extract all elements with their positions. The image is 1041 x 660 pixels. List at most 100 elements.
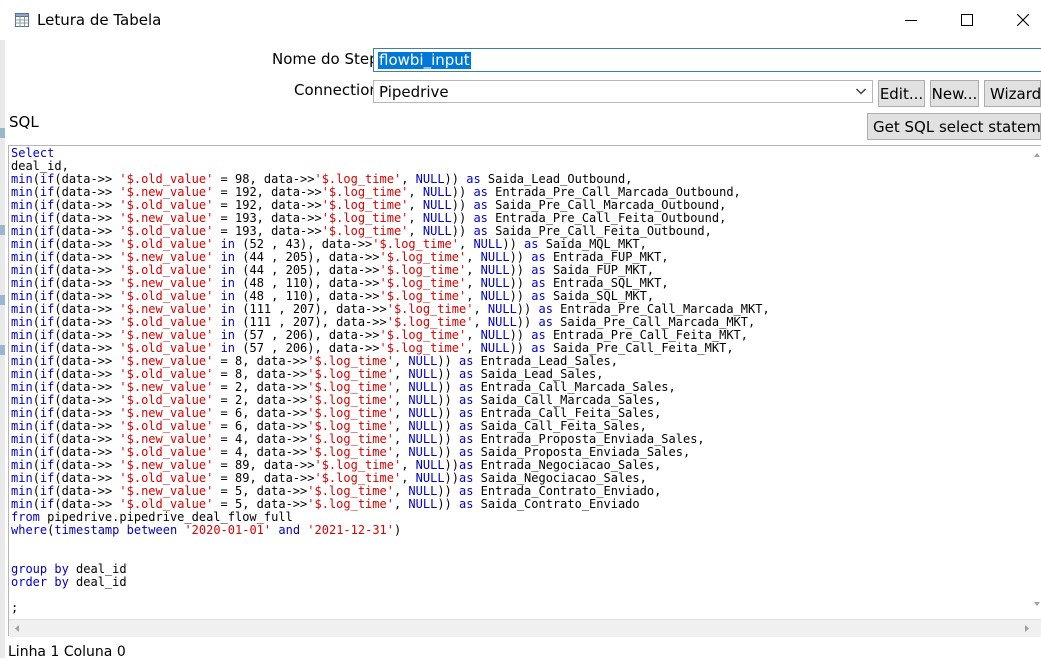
sql-text: (data->> [54, 237, 120, 251]
sql-string: '$.log_time' [307, 419, 394, 433]
sql-keyword: as [531, 341, 546, 355]
sql-keyword: as [538, 302, 553, 316]
sql-text: (111 , 207), data->> [235, 315, 387, 329]
sql-keyword: if [39, 471, 55, 485]
sql-text: )) [509, 328, 532, 342]
horizontal-scrollbar[interactable] [9, 619, 1041, 637]
sql-keyword: as [459, 393, 474, 407]
sql-text: = 2, data->> [213, 393, 308, 407]
sql-keyword: min [11, 211, 33, 225]
connection-select[interactable]: Pipedrive [373, 80, 873, 103]
sql-keyword: if [39, 328, 55, 342]
sql-text: ( [32, 471, 40, 485]
sql-text: Entrada_Negociacao_Sales, [473, 458, 662, 472]
sql-string: '2020-01-01' [184, 523, 272, 537]
sql-keyword: if [39, 276, 55, 290]
sql-text: , [466, 276, 481, 290]
sql-text: )) [437, 497, 459, 511]
sql-line: ​ [11, 537, 770, 550]
sql-keyword: order by [11, 575, 69, 589]
sql-text: )) [509, 341, 532, 355]
sql-text: )) [502, 237, 525, 251]
sql-keyword: NULL [415, 458, 445, 472]
sql-keyword: NULL [408, 354, 438, 368]
sql-keyword: min [11, 185, 33, 199]
sql-keyword: min [11, 341, 33, 355]
sql-text: = 89, data->> [213, 471, 315, 485]
sql-text: (data->> [54, 341, 120, 355]
sql-text: ( [32, 341, 40, 355]
sql-keyword: NULL [408, 484, 438, 498]
sql-text: (data->> [54, 263, 120, 277]
sql-keyword: as [531, 328, 546, 342]
sql-keyword: min [11, 393, 33, 407]
sql-string: '$.log_time' [321, 185, 409, 199]
sql-keyword: as [473, 211, 488, 225]
sql-text: Entrada_Call_Marcada_Sales, [473, 380, 676, 394]
sql-keyword: NULL [408, 497, 438, 511]
sql-code[interactable]: Select deal_id, min(if(data->> '$.old_valu… [11, 147, 770, 615]
sql-text: ( [32, 380, 40, 394]
chevron-down-icon[interactable] [855, 85, 867, 101]
vertical-scrollbar[interactable] [1032, 146, 1041, 619]
edit-connection-button[interactable]: Edit... [878, 80, 925, 107]
sql-keyword: min [11, 484, 33, 498]
sql-string: '$.old_value' [119, 393, 214, 407]
sql-keyword: if [39, 419, 55, 433]
sql-text: ( [32, 237, 40, 251]
sql-keyword: NULL [480, 289, 510, 303]
sql-string: '$.new_value' [119, 380, 214, 394]
sql-text: (data->> [54, 172, 120, 186]
title-bar[interactable]: Letura de Tabela [0, 0, 1041, 40]
sql-text: (48 , 110), data->> [235, 289, 380, 303]
sql-keyword: if [39, 224, 55, 238]
sql-text: , [473, 315, 488, 329]
sql-keyword: min [11, 406, 33, 420]
sql-text: Saida_Pre_Call_Marcada_Outbound, [487, 198, 727, 212]
sql-string: '$.log_time' [307, 380, 394, 394]
close-button[interactable] [1000, 4, 1041, 36]
sql-keyword: min [11, 458, 33, 472]
sql-string: '$.old_value' [119, 471, 214, 485]
sql-text: , [408, 185, 423, 199]
sql-text: Entrada_Proposta_Enviada_Sales, [473, 432, 705, 446]
sql-text: )) [509, 250, 532, 264]
sql-text: )) [451, 185, 474, 199]
sql-keyword: if [39, 263, 55, 277]
get-sql-button[interactable]: Get SQL select statement... [867, 113, 1041, 140]
sql-editor[interactable]: Select deal_id, min(if(data->> '$.old_valu… [8, 145, 1041, 637]
sql-text: = 193, data->> [213, 211, 322, 225]
sql-text: , [401, 172, 416, 186]
sql-text: (data->> [54, 302, 120, 316]
sql-text: , [393, 497, 409, 511]
minimize-button[interactable] [888, 4, 934, 36]
sql-keyword: min [11, 419, 33, 433]
sql-text: Entrada_Call_Feita_Sales, [473, 406, 662, 420]
connection-label: Connection [294, 81, 379, 99]
sql-string: '$.new_value' [119, 250, 214, 264]
wizard-button[interactable]: Wizard... [984, 80, 1041, 107]
sql-keyword: as [473, 224, 488, 238]
sql-text: Saida_Contrato_Enviado [473, 497, 640, 511]
sql-text: , [393, 406, 409, 420]
sql-keyword: if [39, 354, 55, 368]
sql-text: )) [451, 211, 474, 225]
sql-keyword: as [459, 458, 474, 472]
new-connection-button[interactable]: New... [930, 80, 979, 107]
sql-text: ( [32, 484, 40, 498]
sql-text: ( [32, 328, 40, 342]
sql-text: )) [516, 315, 539, 329]
sql-keyword: as [531, 263, 546, 277]
sql-string: '$.old_value' [119, 198, 214, 212]
maximize-button[interactable] [944, 4, 990, 36]
sql-text: (data->> [54, 211, 120, 225]
sql-text: ( [32, 263, 40, 277]
sql-keyword: in [220, 250, 236, 264]
sql-keyword: NULL [408, 380, 438, 394]
sql-text: ( [32, 354, 40, 368]
sql-text: deal_id [68, 575, 127, 589]
step-name-input[interactable]: flowbi_input [373, 48, 1041, 72]
sql-keyword: in [220, 276, 236, 290]
sql-text: , [393, 367, 409, 381]
